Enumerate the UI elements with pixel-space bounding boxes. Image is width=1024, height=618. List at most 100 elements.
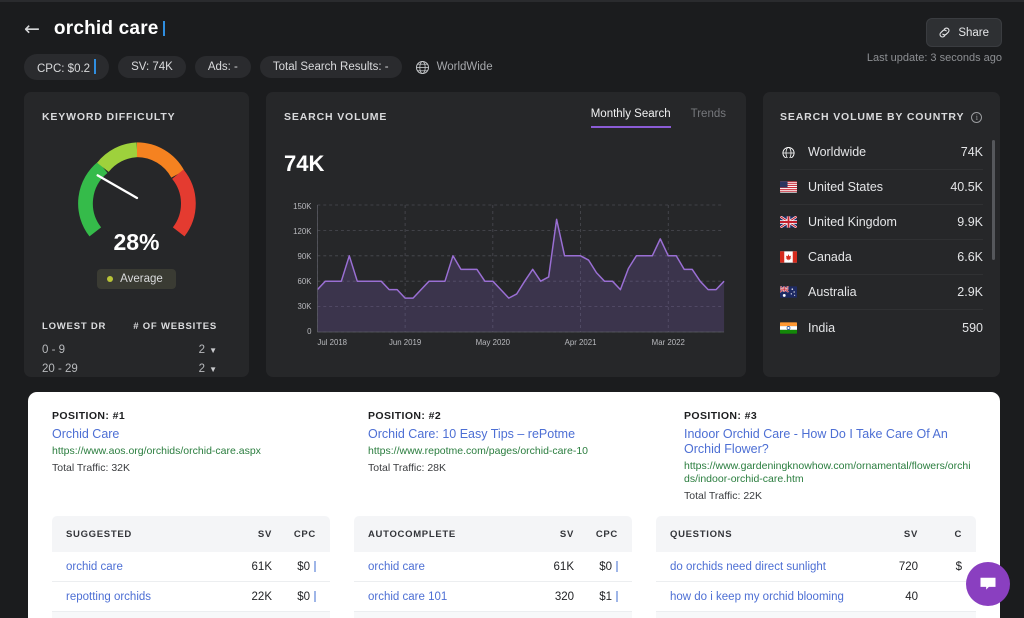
globe-icon bbox=[415, 60, 429, 74]
flag-icon-ca bbox=[780, 251, 797, 263]
websites-row-2[interactable]: 2 ▼ bbox=[130, 360, 217, 379]
chat-bubble-icon bbox=[980, 577, 996, 590]
serp-position: POSITION: #2 bbox=[368, 410, 442, 422]
serp-title-link[interactable]: Orchid Care bbox=[52, 427, 344, 442]
svg-text:Jun 2019: Jun 2019 bbox=[389, 338, 421, 347]
country-row[interactable]: Canada 6.6K bbox=[780, 240, 983, 275]
column-header-sv: SV bbox=[559, 528, 574, 540]
column-header-cpc: CPC bbox=[595, 528, 618, 540]
serp-url[interactable]: https://www.repotme.com/pages/orchid-car… bbox=[368, 445, 660, 458]
table-row[interactable]: how do i keep my orchid blooming 40 bbox=[656, 582, 976, 612]
websites-column: # OF WEBSITES 2 ▼ 2 ▼ bbox=[130, 321, 232, 379]
websites-header: # OF WEBSITES bbox=[133, 321, 217, 332]
table-row[interactable]: orchid care 61K $0 bbox=[354, 552, 632, 582]
keyword-cpc-value: $ bbox=[955, 560, 962, 573]
keyword-link[interactable]: orchid care 101 bbox=[368, 591, 522, 603]
keyword-table-header: QUESTIONS SV C bbox=[656, 516, 976, 552]
info-icon[interactable]: i bbox=[971, 111, 983, 123]
country-row[interactable]: United States 40.5K bbox=[780, 170, 983, 205]
tab-trends[interactable]: Trends bbox=[691, 108, 726, 126]
table-row[interactable]: how do you care for an indoor orchid pla… bbox=[656, 612, 976, 618]
difficulty-badge-label: Average bbox=[120, 273, 163, 285]
keyword-link[interactable]: orchid care bbox=[66, 561, 220, 573]
country-name: United Kingdom bbox=[808, 215, 897, 229]
tab-monthly-search[interactable]: Monthly Search bbox=[590, 108, 671, 128]
country-value: 6.6K bbox=[957, 250, 983, 264]
serp-position: POSITION: #3 bbox=[684, 410, 758, 422]
flag-icon-globe bbox=[780, 146, 797, 158]
keyword-cpc-value: $0 bbox=[599, 560, 612, 573]
link-icon bbox=[939, 27, 950, 38]
column-header-cpc: C bbox=[954, 528, 962, 540]
websites-row-1[interactable]: 2 ▼ bbox=[130, 341, 217, 360]
svg-text:60K: 60K bbox=[298, 277, 313, 286]
page-title: orchid care bbox=[54, 18, 165, 40]
table-row[interactable]: do orchids need direct sunlight 720 $ bbox=[656, 552, 976, 582]
svg-text:30K: 30K bbox=[298, 302, 313, 311]
table-row[interactable]: repotting orchids 22K $0 bbox=[52, 582, 330, 612]
serp-title-link[interactable]: Orchid Care: 10 Easy Tips – rePotme bbox=[368, 427, 660, 442]
cpc-cursor bbox=[616, 590, 618, 602]
search-volume-chart[interactable]: 0 30K 60K 90K 120K 150K Jul 2018 Jun 2019 May 20… bbox=[284, 199, 728, 354]
search-volume-value: 74K bbox=[284, 151, 325, 176]
title-row: ← orchid care bbox=[24, 18, 1000, 40]
chip-sv[interactable]: SV: 74K bbox=[118, 56, 186, 78]
country-row[interactable]: Australia 2.9K bbox=[780, 275, 983, 310]
serp-url[interactable]: https://www.gardeningknowhow.com/ornamen… bbox=[684, 460, 976, 486]
country-row[interactable]: United Kingdom 9.9K bbox=[780, 205, 983, 240]
country-card-header: SEARCH VOLUME BY COUNTRY i bbox=[763, 111, 1000, 123]
badge-dot-icon bbox=[107, 276, 114, 282]
country-name: India bbox=[808, 320, 836, 335]
difficulty-stats: LOWEST DR 0 - 9 20 - 29 # OF WEBSITES 2 ▼… bbox=[42, 321, 231, 379]
share-button[interactable]: Share bbox=[926, 18, 1002, 47]
chart-labels: 0 30K 60K 90K 120K 150K Jul 2018 Jun 2019 May 20… bbox=[293, 202, 685, 347]
table-row[interactable]: orchid care after blooming2K$0 bbox=[354, 612, 632, 618]
column-header-sv: SV bbox=[903, 528, 918, 540]
arrow-left-icon[interactable]: ← bbox=[24, 19, 40, 39]
chip-ads[interactable]: Ads: - bbox=[194, 56, 251, 78]
country-scrollbar[interactable] bbox=[992, 140, 995, 345]
chevron-down-icon[interactable]: ▼ bbox=[209, 346, 217, 355]
chip-total-search-results[interactable]: Total Search Results: - bbox=[259, 56, 402, 78]
summary-cards-row: KEYWORD DIFFICULTY 28% Average LOWEST DR… bbox=[0, 80, 1024, 377]
country-row[interactable]: Worldwide 74K bbox=[780, 135, 983, 170]
search-volume-card: SEARCH VOLUME Monthly Search Trends 74K … bbox=[266, 92, 746, 377]
chip-location[interactable]: WorldWide bbox=[411, 55, 506, 80]
svg-text:Mar 2022: Mar 2022 bbox=[652, 338, 685, 347]
country-list: Worldwide 74K United States 40.5K United Kin… bbox=[763, 135, 1000, 345]
keyword-link[interactable]: do orchids need direct sunlight bbox=[670, 561, 866, 573]
svg-text:Jul 2018: Jul 2018 bbox=[317, 338, 347, 347]
country-card-title: SEARCH VOLUME BY COUNTRY bbox=[780, 111, 965, 123]
table-row[interactable]: orchid care 61K $0 bbox=[52, 552, 330, 582]
country-name: Canada bbox=[808, 250, 852, 264]
table-row[interactable]: orchid care 101 320 $1 bbox=[354, 582, 632, 612]
country-scrollbar-thumb[interactable] bbox=[992, 140, 995, 260]
column-header-keyword: SUGGESTED bbox=[66, 528, 132, 540]
column-header-sv: SV bbox=[257, 528, 272, 540]
keyword-table-header: AUTOCOMPLETE SV CPC bbox=[354, 516, 632, 552]
keyword-cpc: $0 bbox=[574, 560, 618, 573]
country-row[interactable]: India 590 bbox=[780, 310, 983, 345]
serp-title-link[interactable]: Indoor Orchid Care - How Do I Take Care … bbox=[684, 427, 976, 457]
table-row[interactable]: orchid care for beginners8K$1 bbox=[52, 612, 330, 618]
keyword-sv: 320 bbox=[554, 590, 574, 603]
keyword-difficulty-card: KEYWORD DIFFICULTY 28% Average LOWEST DR… bbox=[24, 92, 249, 377]
keyword-link[interactable]: how do i keep my orchid blooming bbox=[670, 591, 866, 603]
serp-result: POSITION: #1 Orchid Care https://www.aos.o… bbox=[52, 410, 344, 502]
chip-cpc[interactable]: CPC: $0.2 bbox=[24, 54, 110, 80]
keyword-link[interactable]: orchid care bbox=[368, 561, 522, 573]
keyword-sv: 61K bbox=[251, 560, 272, 573]
keyword-cpc-value: $0 bbox=[297, 560, 310, 573]
chevron-down-icon[interactable]: ▼ bbox=[209, 365, 217, 374]
cpc-cursor bbox=[314, 560, 316, 572]
metric-chips: CPC: $0.2 SV: 74K Ads: - Total Search Re… bbox=[24, 54, 1000, 80]
chat-widget-button[interactable] bbox=[966, 562, 1010, 606]
page-title-text: orchid care bbox=[53, 18, 159, 39]
svg-text:120K: 120K bbox=[293, 227, 312, 236]
keyword-sv: 720 bbox=[898, 560, 918, 573]
serp-result: POSITION: #2 Orchid Care: 10 Easy Tips – … bbox=[368, 410, 660, 502]
keyword-link[interactable]: repotting orchids bbox=[66, 591, 220, 603]
keyword-cpc: $1 bbox=[574, 590, 618, 603]
serp-url[interactable]: https://www.aos.org/orchids/orchid-care.… bbox=[52, 445, 344, 458]
search-volume-by-country-card: SEARCH VOLUME BY COUNTRY i Worldwide 74K U… bbox=[763, 92, 1000, 377]
